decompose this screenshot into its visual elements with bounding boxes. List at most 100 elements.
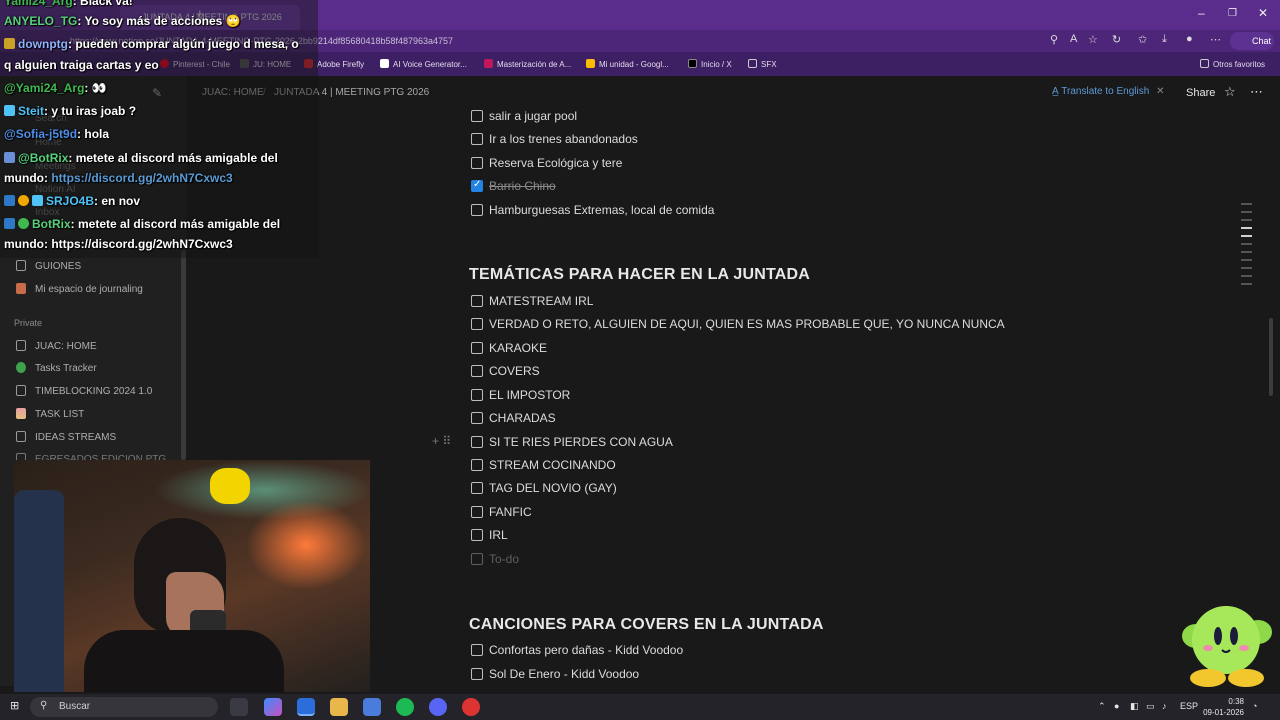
microphone-tray-icon[interactable]: ● — [1114, 701, 1119, 711]
todo-text[interactable]: Barrio Chino — [489, 179, 556, 193]
todo-item[interactable]: TAG DEL NOVIO (GAY) — [471, 481, 617, 499]
maximize-icon[interactable]: ❐ — [1228, 8, 1237, 19]
toc-marker[interactable] — [1241, 283, 1252, 285]
todo-item[interactable]: MATESTREAM IRL — [471, 294, 593, 312]
page-more-icon[interactable]: ⋯ — [1250, 84, 1263, 100]
todo-item[interactable]: Ir a los trenes abandonados — [471, 132, 638, 150]
todo-text[interactable]: Ir a los trenes abandonados — [489, 132, 638, 146]
todo-checkbox[interactable] — [471, 412, 483, 424]
read-aloud-icon[interactable]: A — [1070, 33, 1077, 45]
todo-checkbox[interactable] — [471, 110, 483, 122]
todo-item[interactable]: VERDAD O RETO, ALGUIEN DE AQUI, QUIEN ES… — [471, 317, 1005, 335]
todo-checkbox[interactable] — [471, 342, 483, 354]
todo-checkbox[interactable] — [471, 295, 483, 307]
todo-item[interactable]: KARAOKE — [471, 341, 547, 359]
todo-item[interactable]: Sol De Enero - Kidd Voodoo — [471, 667, 639, 685]
discord-icon[interactable] — [429, 698, 447, 716]
sidebar-item-journaling[interactable]: Mi espacio de journaling — [16, 283, 143, 295]
toc-marker[interactable] — [1241, 275, 1252, 277]
todo-checkbox[interactable] — [471, 157, 483, 169]
close-translate-icon[interactable]: ✕ — [1156, 86, 1164, 97]
chat-link[interactable]: https://discord.gg/2whN7Cxwc3 — [48, 171, 232, 185]
network-icon[interactable]: ▭ — [1146, 701, 1155, 712]
todo-checkbox-checked[interactable] — [471, 179, 483, 192]
spotify-icon[interactable] — [396, 698, 414, 716]
todo-item[interactable]: CHARADAS — [471, 411, 556, 429]
todo-checkbox[interactable] — [471, 436, 483, 448]
language-indicator[interactable]: ESP — [1180, 701, 1198, 711]
edge-browser-icon[interactable] — [297, 698, 315, 716]
toc-marker[interactable] — [1241, 267, 1252, 269]
todo-text[interactable]: KARAOKE — [489, 341, 547, 355]
refresh-icon[interactable]: ↻ — [1112, 33, 1121, 46]
toc-marker[interactable] — [1241, 243, 1252, 245]
todo-text[interactable]: VERDAD O RETO, ALGUIEN DE AQUI, QUIEN ES… — [489, 317, 1005, 331]
todo-text[interactable]: Sol De Enero - Kidd Voodoo — [489, 667, 639, 681]
sidebar-item-guiones[interactable]: GUIONES — [16, 260, 81, 272]
todo-text[interactable]: TAG DEL NOVIO (GAY) — [489, 481, 617, 495]
minimize-icon[interactable]: – — [1198, 6, 1205, 20]
copilot-chat-button[interactable]: Chat — [1230, 32, 1274, 50]
todo-checkbox[interactable] — [471, 553, 483, 565]
todo-empty-placeholder[interactable]: To-do — [471, 552, 519, 570]
todo-text[interactable]: Confortas pero dañas - Kidd Voodoo — [489, 643, 683, 657]
todo-checkbox[interactable] — [471, 133, 483, 145]
todo-checkbox[interactable] — [471, 644, 483, 656]
todo-item[interactable]: SI TE RIES PIERDES CON AGUA — [471, 435, 673, 453]
favorites-icon[interactable]: ✩ — [1138, 33, 1147, 46]
todo-checkbox[interactable] — [471, 482, 483, 494]
todo-item[interactable]: FANFIC — [471, 505, 532, 523]
todo-checkbox[interactable] — [471, 318, 483, 330]
todo-text[interactable]: COVERS — [489, 364, 540, 378]
taskbar-clock[interactable]: 0:38 09-01-2026 — [1198, 696, 1244, 718]
todo-checkbox[interactable] — [471, 506, 483, 518]
translate-button[interactable]: A̲ Translate to English ✕ — [1052, 86, 1164, 97]
notifications-icon[interactable]: ◔ — [1252, 701, 1257, 711]
tray-icon[interactable]: ◧ — [1130, 701, 1139, 712]
todo-text[interactable]: FANFIC — [489, 505, 532, 519]
task-view-icon[interactable] — [230, 698, 248, 716]
todo-item[interactable]: IRL — [471, 528, 508, 546]
heading-canciones[interactable]: CANCIONES PARA COVERS EN LA JUNTADA — [469, 616, 824, 634]
bookmark-7[interactable]: SFX — [748, 59, 777, 69]
file-explorer-icon[interactable] — [330, 698, 348, 716]
volume-icon[interactable]: ♪ — [1162, 701, 1167, 711]
more-menu-icon[interactable]: ⋯ — [1210, 33, 1221, 46]
toc-marker[interactable] — [1241, 259, 1252, 261]
todo-text[interactable]: SI TE RIES PIERDES CON AGUA — [489, 435, 673, 449]
todo-checkbox[interactable] — [471, 459, 483, 471]
todo-checkbox[interactable] — [471, 529, 483, 541]
todo-item[interactable]: COVERS — [471, 364, 540, 382]
todo-text[interactable]: CHARADAS — [489, 411, 556, 425]
store-icon[interactable] — [363, 698, 381, 716]
todo-text[interactable]: MATESTREAM IRL — [489, 294, 593, 308]
download-icon[interactable]: ⤓ — [1162, 33, 1167, 46]
bookmark-4[interactable]: Masterización de A... — [484, 59, 571, 69]
share-button[interactable]: Share — [1186, 87, 1215, 99]
todo-checkbox[interactable] — [471, 668, 483, 680]
sidebar-item-juac-home[interactable]: JUAC: HOME — [16, 340, 97, 352]
toc-marker[interactable] — [1241, 203, 1252, 205]
sidebar-item-ideas-streams[interactable]: IDEAS STREAMS — [16, 431, 116, 443]
close-icon[interactable]: ✕ — [1258, 6, 1268, 20]
todo-checkbox[interactable] — [471, 389, 483, 401]
profile-avatar-icon[interactable]: ● — [1186, 33, 1193, 45]
todo-item[interactable]: Confortas pero dañas - Kidd Voodoo — [471, 643, 683, 661]
todo-text[interactable]: Reserva Ecológica y tere — [489, 156, 622, 170]
sidebar-scrollbar[interactable] — [181, 250, 186, 460]
sidebar-item-task-list[interactable]: TASK LIST — [16, 408, 84, 420]
toc-marker[interactable] — [1241, 211, 1252, 213]
block-add-drag-handle-icon[interactable]: + ⠿ — [432, 434, 451, 448]
todo-item[interactable]: EL IMPOSTOR — [471, 388, 570, 406]
todo-text[interactable]: IRL — [489, 528, 508, 542]
todo-item[interactable]: Reserva Ecológica y tere — [471, 156, 622, 174]
todo-item[interactable]: Hamburguesas Extremas, local de comida — [471, 203, 714, 221]
todo-text[interactable]: salir a jugar pool — [489, 109, 577, 123]
todo-text[interactable]: STREAM COCINANDO — [489, 458, 616, 472]
todo-text[interactable]: EL IMPOSTOR — [489, 388, 570, 402]
todo-checkbox[interactable] — [471, 365, 483, 377]
obs-icon[interactable] — [462, 698, 480, 716]
toc-marker-active[interactable] — [1241, 235, 1252, 237]
todo-checkbox[interactable] — [471, 204, 483, 216]
bookmark-5[interactable]: Mi unidad - Googl... — [586, 59, 669, 69]
